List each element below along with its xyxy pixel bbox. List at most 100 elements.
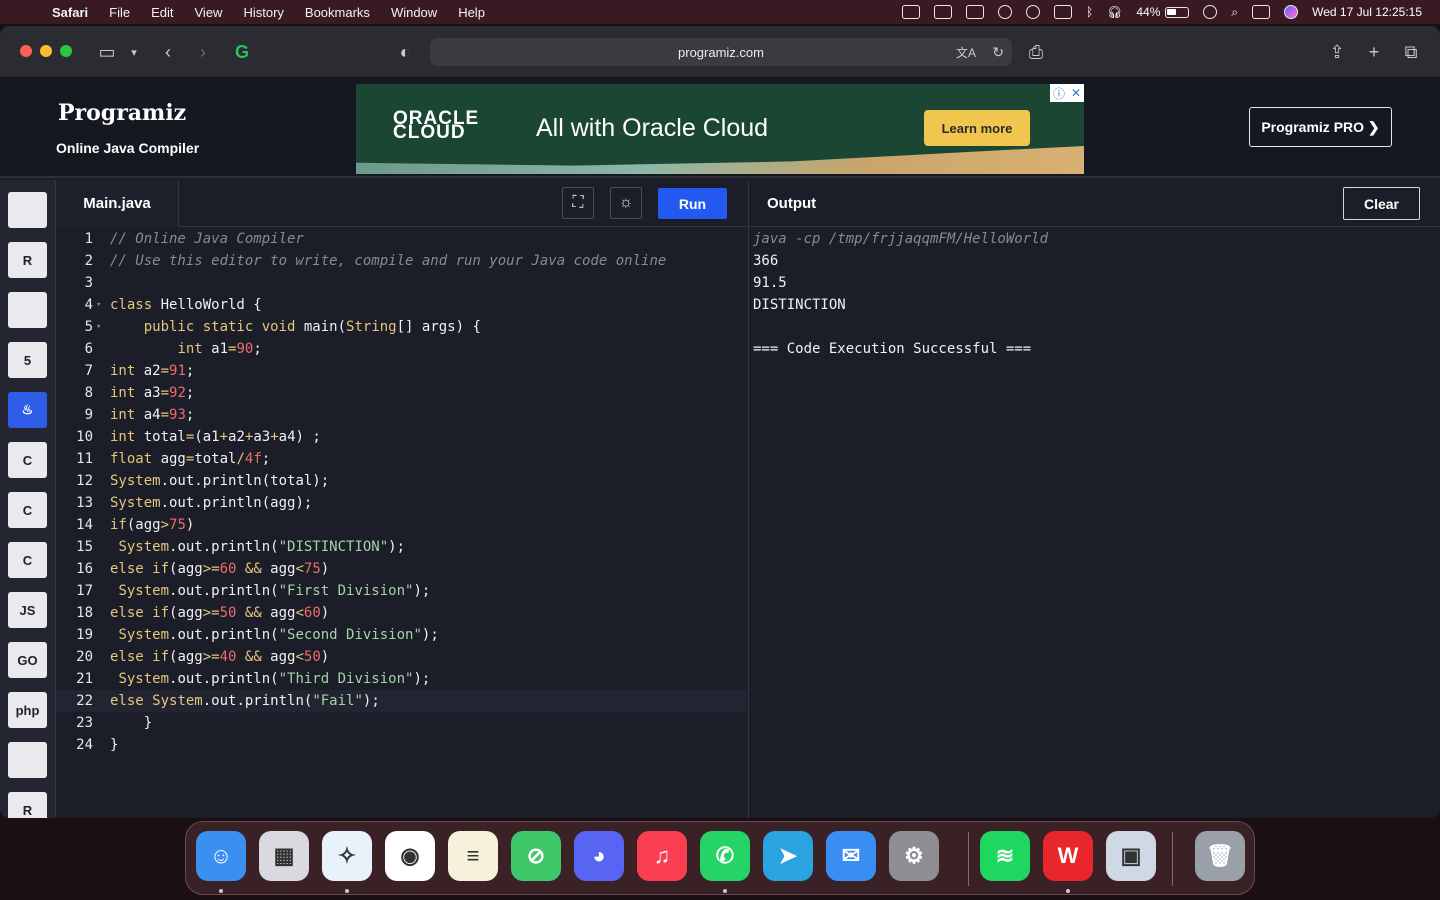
code-line[interactable]: 14 if(agg>75)	[56, 514, 747, 536]
code-line[interactable]: 19 System.out.println("Second Division")…	[56, 624, 747, 646]
dock-whatsapp-icon[interactable]: ✆	[700, 831, 750, 881]
language-r-icon[interactable]: R	[8, 242, 47, 278]
dock-preview-icon[interactable]: ▣	[1106, 831, 1156, 881]
code-line[interactable]: 7 int a2=91;	[56, 360, 747, 382]
language-python-icon[interactable]	[8, 192, 47, 228]
forward-icon[interactable]: ›	[193, 40, 213, 64]
link-icon[interactable]	[1203, 5, 1218, 19]
new-tab-icon[interactable]: +	[1363, 40, 1385, 64]
language-csharp-icon[interactable]: C	[8, 542, 47, 578]
code-line[interactable]: 16 else if(agg>=60 && agg<75)	[56, 558, 747, 580]
code-line[interactable]: 15 System.out.println("DISTINCTION");	[56, 536, 747, 558]
theme-toggle-icon[interactable]: ☼	[610, 187, 642, 219]
programiz-pro-button[interactable]: Programiz PRO ❯	[1249, 107, 1392, 147]
address-bar[interactable]: programiz.com 文A ↻	[430, 38, 1012, 66]
menu-file[interactable]: File	[109, 5, 130, 20]
display-icon[interactable]	[965, 5, 984, 19]
clock[interactable]: Wed 17 Jul 12:25:15	[1312, 5, 1422, 19]
control-center-icon[interactable]	[1252, 5, 1271, 19]
headphones-icon[interactable]: 🎧︎	[1107, 5, 1122, 19]
code-line[interactable]: 9 int a4=93;	[56, 404, 747, 426]
ad-close-icon[interactable]: ✕	[1071, 86, 1081, 100]
clear-button[interactable]: Clear	[1343, 187, 1420, 220]
dock-mail-icon[interactable]: ✉	[826, 831, 876, 881]
language-c-icon[interactable]: C	[8, 442, 47, 478]
code-line[interactable]: 20 else if(agg>=40 && agg<50)	[56, 646, 747, 668]
menu-view[interactable]: View	[195, 5, 223, 20]
language-cpp-icon[interactable]: C	[8, 492, 47, 528]
language-java-icon[interactable]: ♨	[8, 392, 47, 428]
code-line[interactable]: 8 int a3=92;	[56, 382, 747, 404]
language-html-icon[interactable]: 5	[8, 342, 47, 378]
code-line[interactable]: 5 ▾ public static void main(String[] args…	[56, 316, 747, 338]
fullscreen-icon[interactable]: ⛶	[562, 187, 594, 219]
dock-chrome-icon[interactable]: ◉	[385, 831, 435, 881]
keyboard-icon[interactable]	[1053, 5, 1072, 19]
advertisement-banner[interactable]: ORACLE CLOUD All with Oracle Cloud Learn…	[356, 84, 1084, 174]
code-line[interactable]: 23 }	[56, 712, 747, 734]
tab-main-java[interactable]: Main.java	[56, 180, 179, 227]
minimize-window-button[interactable]	[40, 45, 52, 57]
code-line[interactable]: 21 System.out.println("Third Division");	[56, 668, 747, 690]
dock-safari-icon[interactable]: ✧	[322, 831, 372, 881]
dock-notes-icon[interactable]: ≡	[448, 831, 498, 881]
siri-icon[interactable]	[1284, 5, 1299, 19]
wps-status-icon[interactable]	[901, 5, 920, 19]
grammarly-icon[interactable]: G	[232, 40, 252, 64]
dock-system-settings-icon[interactable]: ⚙	[889, 831, 939, 881]
tab-overview-icon[interactable]: ⧉	[1400, 40, 1422, 64]
code-line[interactable]: 2 // Use this editor to write, compile an…	[56, 250, 747, 272]
menu-app-name[interactable]: Safari	[52, 5, 88, 20]
stage-manager-icon[interactable]	[933, 5, 952, 19]
run-button[interactable]: Run	[658, 188, 727, 219]
code-line[interactable]: 22 else System.out.println("Fail");	[56, 690, 747, 712]
share-icon[interactable]: ⇪	[1326, 40, 1348, 64]
dock-trash-icon[interactable]: 🗑	[1195, 831, 1245, 881]
code-line[interactable]: 4 ▾ class HelloWorld {	[56, 294, 747, 316]
zoom-window-button[interactable]	[60, 45, 72, 57]
dock-no-entry-app-icon[interactable]: ⊘	[511, 831, 561, 881]
code-area[interactable]: 1 // Online Java Compiler 2 // Use this edi…	[56, 228, 747, 756]
sidebar-icon[interactable]: ▭	[96, 40, 118, 64]
language-php-icon[interactable]: php	[8, 692, 47, 728]
ad-learn-more-button[interactable]: Learn more	[924, 110, 1030, 146]
code-line[interactable]: 12 System.out.println(total);	[56, 470, 747, 492]
language-js-icon[interactable]: JS	[8, 592, 47, 628]
language-go-icon[interactable]: GO	[8, 642, 47, 678]
output-console[interactable]: java -cp /tmp/frjjaqqmFM/HelloWorld 366 9…	[753, 228, 1048, 360]
battery-status[interactable]: 44%	[1136, 5, 1190, 19]
code-line[interactable]: 13 System.out.println(agg);	[56, 492, 747, 514]
airdrop-icon[interactable]	[997, 5, 1012, 19]
reload-icon[interactable]: ↻	[992, 44, 1004, 61]
dock-launchpad-icon[interactable]: ▦	[259, 831, 309, 881]
back-icon[interactable]: ‹	[158, 40, 178, 64]
user-icon[interactable]	[1025, 5, 1040, 19]
dock-finder-icon[interactable]: ☺	[196, 831, 246, 881]
dock-music-icon[interactable]: ♫	[637, 831, 687, 881]
code-line[interactable]: 24}	[56, 734, 747, 756]
ad-choices[interactable]: ⓘ ✕	[1050, 84, 1084, 102]
code-line[interactable]: 11 float agg=total/4f;	[56, 448, 747, 470]
spotlight-icon[interactable]: ⌕	[1231, 5, 1238, 20]
menu-history[interactable]: History	[243, 5, 283, 20]
reader-icon[interactable]: ⎙	[1026, 40, 1046, 64]
menu-edit[interactable]: Edit	[151, 5, 173, 20]
close-window-button[interactable]	[20, 45, 32, 57]
fold-icon[interactable]: ▾	[93, 322, 110, 332]
ad-info-icon[interactable]: ⓘ	[1053, 85, 1065, 102]
menu-window[interactable]: Window	[391, 5, 437, 20]
programiz-logo[interactable]: Programiz	[58, 100, 186, 126]
code-line[interactable]: 1 // Online Java Compiler	[56, 228, 747, 250]
fold-icon[interactable]: ▾	[93, 300, 110, 310]
dock-wps-office-icon[interactable]: W	[1043, 831, 1093, 881]
language-sql-icon[interactable]	[8, 292, 47, 328]
translate-icon[interactable]: 文A	[956, 44, 976, 61]
dock-discord-icon[interactable]: ◕	[574, 831, 624, 881]
language-rust-icon[interactable]: R	[8, 792, 47, 818]
code-line[interactable]: 18 else if(agg>=50 && agg<60)	[56, 602, 747, 624]
chevron-down-icon[interactable]: ▾	[126, 40, 142, 64]
privacy-shield-icon[interactable]: ◐	[396, 40, 414, 64]
code-line[interactable]: 10 int total=(a1+a2+a3+a4) ;	[56, 426, 747, 448]
language-swift-icon[interactable]	[8, 742, 47, 778]
code-line[interactable]: 6 int a1=90;	[56, 338, 747, 360]
